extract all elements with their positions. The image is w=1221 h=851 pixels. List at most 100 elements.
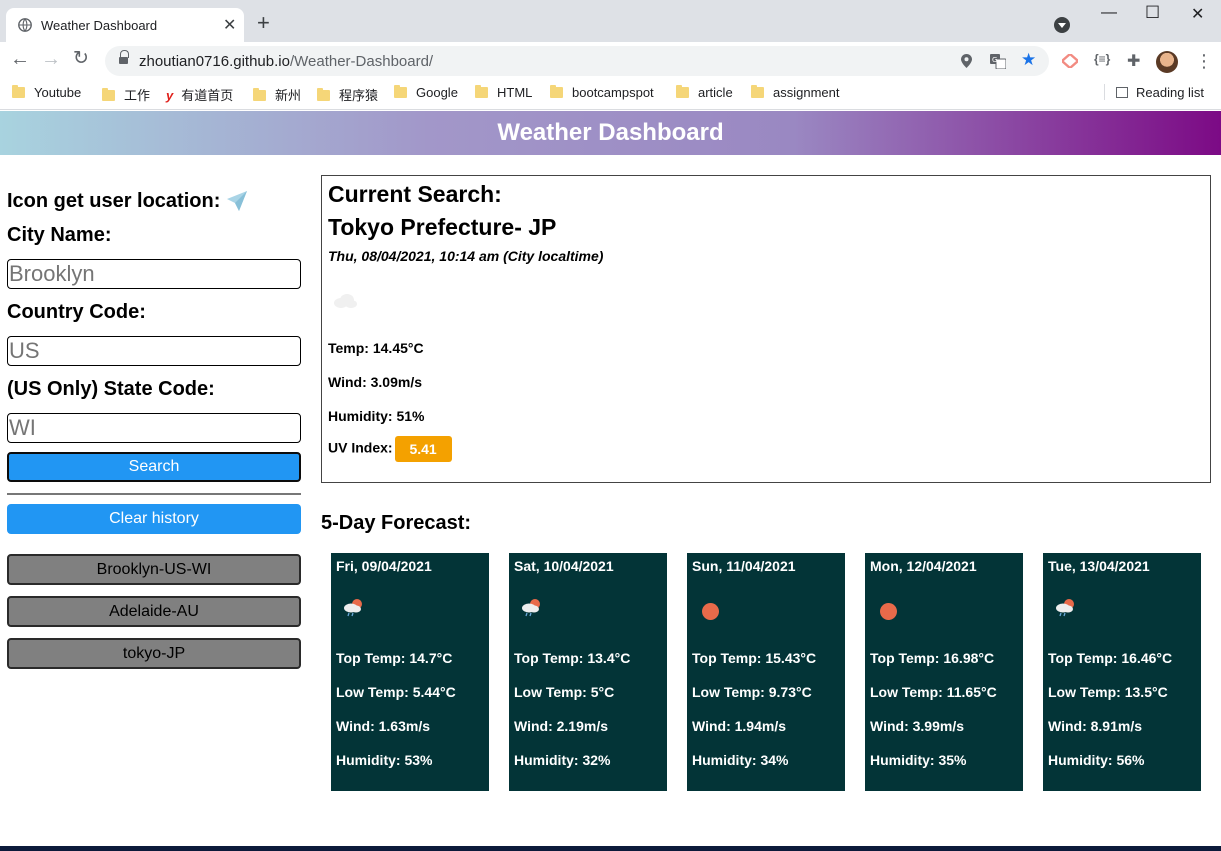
forecast-low-temp: Low Temp: 13.5°C [1048, 684, 1168, 700]
browser-tab[interactable]: Weather Dashboard ✕ [6, 8, 244, 42]
forecast-date: Sat, 10/04/2021 [514, 558, 614, 574]
location-arrow-icon[interactable] [226, 190, 248, 212]
forecast-humidity: Humidity: 56% [1048, 752, 1145, 768]
page-title: Weather Dashboard [0, 111, 1221, 155]
back-icon[interactable]: ← [10, 48, 30, 70]
city-label: City Name: [7, 224, 112, 246]
bookmark-assignment[interactable]: assignment [751, 85, 839, 100]
lock-icon [119, 50, 129, 66]
forecast-humidity: Humidity: 53% [336, 752, 433, 768]
current-temp: Temp: 14.45°C [328, 340, 424, 356]
address-bar[interactable]: zhoutian0716.github.io/Weather-Dashboard… [105, 46, 1049, 76]
history-item[interactable]: Brooklyn-US-WI [7, 554, 301, 585]
folder-icon [12, 85, 25, 98]
taskbar-strip [0, 846, 1221, 851]
translate-icon[interactable]: G [990, 54, 1006, 69]
folder-icon [676, 85, 689, 98]
folder-icon [102, 88, 115, 101]
forecast-low-temp: Low Temp: 5.44°C [336, 684, 456, 700]
sun-cloud-rain-icon [1056, 599, 1074, 617]
tab-title: Weather Dashboard [41, 18, 158, 33]
state-input[interactable] [7, 413, 301, 443]
forecast-wind: Wind: 8.91m/s [1048, 718, 1143, 734]
bookmark-html[interactable]: HTML [475, 85, 532, 100]
globe-icon [18, 18, 32, 32]
extension-diamond-icon[interactable] [1062, 54, 1078, 68]
forecast-date: Sun, 11/04/2021 [692, 558, 796, 574]
bookmark-youdao[interactable]: y 有道首页 [166, 85, 233, 104]
forecast-top-temp: Top Temp: 16.46°C [1048, 650, 1173, 666]
forecast-top-temp: Top Temp: 15.43°C [692, 650, 817, 666]
reading-list-button[interactable]: Reading list [1116, 85, 1204, 100]
reload-icon[interactable]: ↻ [73, 48, 89, 70]
forecast-humidity: Humidity: 34% [692, 752, 789, 768]
search-sidebar: Icon get user location: City Name: Count… [7, 181, 301, 669]
sun-icon [697, 595, 723, 620]
new-tab-icon[interactable]: + [257, 12, 270, 34]
minimize-icon[interactable]: — [1101, 4, 1117, 22]
country-input[interactable] [7, 336, 301, 366]
bookmark-work[interactable]: 工作 [102, 85, 150, 104]
avatar[interactable] [1156, 51, 1178, 73]
bookmark-article[interactable]: article [676, 85, 733, 100]
folder-icon [475, 85, 488, 98]
clear-history-button[interactable]: Clear history [7, 504, 301, 534]
forecast-wind: Wind: 1.63m/s [336, 718, 431, 734]
forecast-wind: Wind: 3.99m/s [870, 718, 965, 734]
forecast-card: Sun, 11/04/2021 Top Temp: 15.43°C Low Te… [687, 553, 845, 791]
youdao-icon: y [166, 88, 174, 103]
folder-icon [317, 88, 330, 101]
bookmark-youtube[interactable]: Youtube [12, 85, 81, 100]
history-item[interactable]: Adelaide-AU [7, 596, 301, 627]
forecast-card: Fri, 09/04/2021 Top Temp: 14.7°C Low Tem… [331, 553, 489, 791]
forecast-humidity: Humidity: 32% [514, 752, 611, 768]
sun-cloud-rain-icon [344, 599, 362, 617]
forecast-low-temp: Low Temp: 9.73°C [692, 684, 812, 700]
current-heading: Current Search: [328, 181, 502, 207]
sun-cloud-rain-icon [522, 599, 540, 617]
uv-badge: 5.41 [394, 436, 452, 462]
forecast-card: Tue, 13/04/2021 Top Temp: 16.46°C Low Te… [1043, 553, 1201, 791]
browser-toolbar: ← → ↻ zhoutian0716.github.io/Weather-Das… [0, 42, 1221, 78]
page: Weather Dashboard Icon get user location… [0, 111, 1221, 851]
country-label: Country Code: [7, 301, 146, 323]
city-input[interactable] [7, 259, 301, 289]
uv-row: UV Index: 5.41 [328, 436, 452, 462]
bookmark-xinzhou[interactable]: 新州 [253, 85, 301, 104]
close-window-icon[interactable]: ✕ [1191, 4, 1204, 24]
menu-dots-icon[interactable]: ⋮ [1195, 51, 1213, 72]
forecast-date: Fri, 09/04/2021 [336, 558, 432, 574]
current-city: Tokyo Prefecture- JP [328, 214, 557, 240]
bookmark-google[interactable]: Google [394, 85, 458, 100]
json-extension-icon[interactable]: {≡} [1094, 52, 1110, 66]
close-tab-icon[interactable]: ✕ [223, 15, 236, 35]
forward-icon[interactable]: → [41, 48, 61, 70]
folder-icon [253, 88, 266, 101]
bookmark-programmer[interactable]: 程序猿 [317, 85, 378, 104]
current-humidity: Humidity: 51% [328, 408, 425, 424]
forecast-card: Sat, 10/04/2021 Top Temp: 13.4°C Low Tem… [509, 553, 667, 791]
folder-icon [394, 85, 407, 98]
tab-search-icon[interactable] [1054, 17, 1070, 33]
forecast-humidity: Humidity: 35% [870, 752, 967, 768]
forecast-date: Tue, 13/04/2021 [1048, 558, 1150, 574]
bookmark-bootcampspot[interactable]: bootcampspot [550, 85, 654, 100]
svg-text:G: G [992, 56, 997, 64]
forecast-title: 5-Day Forecast: [321, 512, 472, 534]
sun-icon [875, 595, 901, 620]
forecast-low-temp: Low Temp: 5°C [514, 684, 615, 700]
reading-list-icon [1116, 87, 1128, 98]
forecast-card: Mon, 12/04/2021 Top Temp: 16.98°C Low Te… [865, 553, 1023, 791]
location-label: Icon get user location: [7, 190, 221, 212]
maximize-icon[interactable]: ☐ [1145, 3, 1160, 23]
forecast-top-temp: Top Temp: 14.7°C [336, 650, 453, 666]
extensions-puzzle-icon[interactable]: ✚ [1127, 51, 1140, 71]
folder-icon [550, 85, 563, 98]
forecast-top-temp: Top Temp: 16.98°C [870, 650, 995, 666]
search-button[interactable]: Search [7, 452, 301, 482]
location-pin-icon[interactable] [961, 54, 972, 68]
bookmark-star-icon[interactable]: ★ [1021, 50, 1036, 70]
forecast-wind: Wind: 1.94m/s [692, 718, 787, 734]
history-item[interactable]: tokyo-JP [7, 638, 301, 669]
current-datetime: Thu, 08/04/2021, 10:14 am (City localtim… [328, 248, 604, 264]
